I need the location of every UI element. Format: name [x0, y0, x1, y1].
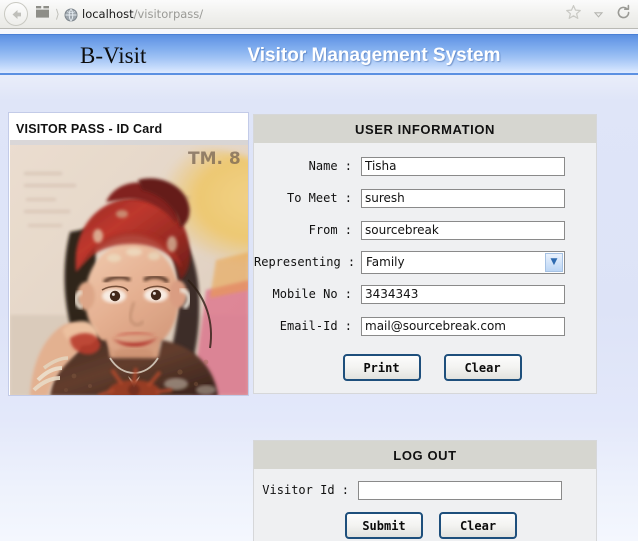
email-id-input[interactable]: [361, 316, 565, 336]
to-meet-input[interactable]: [361, 188, 565, 208]
label-mobile-no: Mobile No :: [272, 287, 352, 301]
back-arrow-icon: [9, 7, 24, 22]
form-row-visitor-id: Visitor Id :: [254, 475, 596, 505]
representing-dropdown-button[interactable]: ▼: [545, 252, 563, 272]
label-visitor-id: Visitor Id :: [262, 483, 349, 497]
name-input[interactable]: [361, 156, 565, 176]
user-information-buttons: Print Clear: [254, 354, 596, 381]
address-bar[interactable]: localhost/visitorpass/: [64, 1, 564, 27]
browser-chrome: ⟩ localhost/visitorpass/: [0, 0, 638, 29]
log-out-panel: LOG OUT Visitor Id : Submit Clear: [253, 440, 597, 541]
reload-button[interactable]: [614, 4, 633, 25]
bookmark-dropdown-button[interactable]: [589, 5, 608, 24]
visitor-pass-title: VISITOR PASS - ID Card: [16, 122, 163, 136]
reload-icon: [615, 4, 632, 25]
url-path: /visitorpass/: [133, 7, 204, 21]
star-icon: [565, 4, 582, 25]
form-row-name: Name :: [254, 150, 596, 182]
breadcrumb-separator-icon: ⟩: [55, 7, 60, 21]
url-text: localhost/visitorpass/: [82, 7, 203, 21]
page-title: Visitor Management System: [247, 45, 501, 66]
submit-button[interactable]: Submit: [345, 512, 423, 539]
label-name: Name :: [308, 159, 352, 173]
user-information-panel: USER INFORMATION Name : To Meet : From :…: [253, 114, 597, 394]
visitor-pass-card: VISITOR PASS - ID Card TM. 8: [8, 112, 249, 396]
user-information-heading: USER INFORMATION: [254, 115, 596, 143]
back-button[interactable]: [4, 2, 28, 26]
log-out-buttons: Submit Clear: [254, 512, 596, 539]
form-row-mobile-no: Mobile No :: [254, 278, 596, 310]
chevron-down-icon: [593, 5, 604, 24]
tab-stack-icon: [34, 4, 52, 24]
site-banner: B-Visit Visitor Management System: [0, 34, 638, 75]
label-email-id: Email-Id :: [279, 319, 352, 333]
globe-favicon: [64, 7, 78, 22]
representing-select[interactable]: Family: [361, 250, 565, 274]
visitor-photo: TM. 8: [10, 140, 248, 395]
form-row-to-meet: To Meet :: [254, 182, 596, 214]
page-content: B-Visit Visitor Management System VISITO…: [0, 29, 638, 541]
print-button[interactable]: Print: [342, 354, 421, 381]
mobile-no-input[interactable]: [361, 284, 565, 304]
logout-clear-button[interactable]: Clear: [439, 512, 517, 539]
form-row-email-id: Email-Id :: [254, 310, 596, 342]
label-from: From :: [308, 223, 352, 237]
form-row-representing: Representing : Family ▼: [254, 246, 596, 278]
chevron-down-icon: ▼: [550, 256, 558, 267]
log-out-heading: LOG OUT: [254, 441, 596, 469]
bookmark-button[interactable]: [564, 4, 583, 25]
label-to-meet: To Meet :: [286, 191, 352, 205]
url-host: localhost: [82, 7, 134, 21]
clear-button[interactable]: Clear: [443, 354, 522, 381]
chrome-right-controls: [564, 3, 633, 25]
representing-select-wrap: Family ▼: [361, 250, 565, 274]
tab-stack-button[interactable]: [33, 5, 53, 23]
user-information-form: Name : To Meet : From : Representing : F…: [254, 143, 596, 381]
label-representing: Representing :: [254, 255, 356, 269]
visitor-id-input[interactable]: [358, 480, 562, 500]
form-row-from: From :: [254, 214, 596, 246]
from-input[interactable]: [361, 220, 565, 240]
